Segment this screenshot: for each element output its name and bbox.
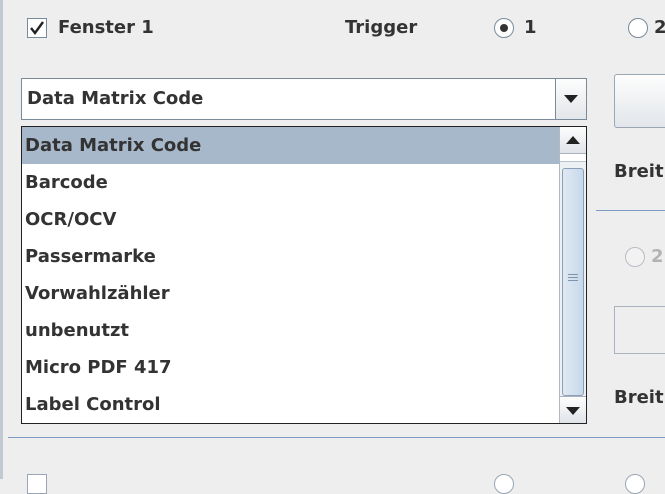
arrow-down-icon <box>566 407 580 415</box>
list-item-ocr-ocv[interactable]: OCR/OCV <box>22 201 560 238</box>
panel-left-border <box>0 0 3 479</box>
scrollbar-track[interactable] <box>560 154 586 162</box>
scroll-down-button[interactable] <box>560 396 586 423</box>
trigger-radio-1[interactable] <box>494 18 514 38</box>
fenster-1-label[interactable]: Fenster 1 <box>58 16 154 40</box>
thumb-grip-line <box>568 280 578 281</box>
trigger-radio-2-disabled-label: 2 <box>651 246 664 267</box>
thumb-grip-line <box>568 274 578 275</box>
section-separator <box>596 210 665 211</box>
fenster-1-checkbox[interactable] <box>27 18 47 38</box>
combobox-dropdown-list[interactable]: Data Matrix Code Barcode OCR/OCV Passerm… <box>21 126 587 424</box>
list-item-label-control[interactable]: Label Control <box>22 386 560 423</box>
dropdown-scrollbar[interactable] <box>559 127 586 423</box>
arrow-up-icon <box>566 136 580 144</box>
check-icon <box>30 21 44 35</box>
list-item-barcode[interactable]: Barcode <box>22 164 560 201</box>
fenster-2-trigger-radio-2[interactable] <box>625 474 645 494</box>
combobox-arrow-button[interactable] <box>555 79 586 119</box>
list-item-unbenutzt[interactable]: unbenutzt <box>22 312 560 349</box>
list-item-vorwahlzaehler[interactable]: Vorwahlzähler <box>22 275 560 312</box>
trigger-radio-1-label[interactable]: 1 <box>524 16 537 40</box>
scroll-up-button[interactable] <box>560 127 586 154</box>
right-panel-field[interactable] <box>614 306 665 354</box>
trigger-radio-2-disabled[interactable] <box>625 247 645 267</box>
combobox-selected-value: Data Matrix Code <box>27 88 204 109</box>
fenster-2-checkbox[interactable] <box>27 474 47 494</box>
list-item-data-matrix-code[interactable]: Data Matrix Code <box>22 127 560 164</box>
breite-label-1: Breit <box>614 161 664 182</box>
breite-label-2: Breit <box>614 387 664 408</box>
trigger-label: Trigger <box>345 17 418 38</box>
right-panel-button[interactable] <box>614 74 665 128</box>
trigger-radio-2[interactable] <box>628 18 648 38</box>
list-item-micro-pdf-417[interactable]: Micro PDF 417 <box>22 349 560 386</box>
chevron-down-icon <box>564 95 578 103</box>
window-separator <box>8 437 665 438</box>
fenster-2-trigger-radio-1[interactable] <box>494 474 514 494</box>
thumb-grip-line <box>568 277 578 278</box>
code-type-combobox[interactable]: Data Matrix Code <box>21 78 587 120</box>
scrollbar-thumb[interactable] <box>562 168 584 396</box>
list-item-passermarke[interactable]: Passermarke <box>22 238 560 275</box>
trigger-radio-2-label[interactable]: 2 <box>654 16 665 40</box>
